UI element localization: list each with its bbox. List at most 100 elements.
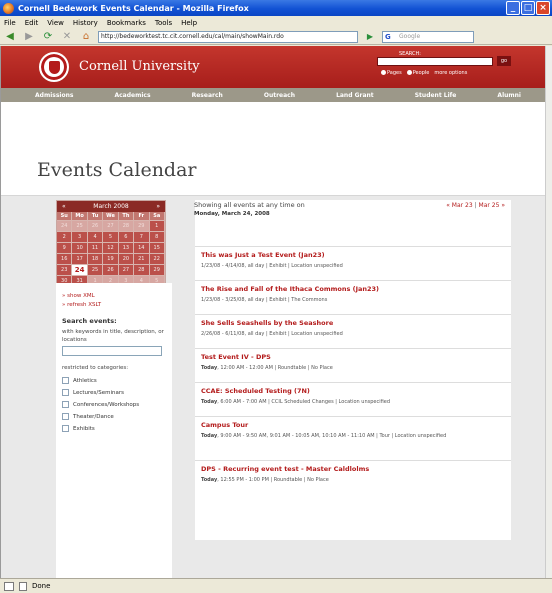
calendar-day[interactable]: 1 (149, 221, 165, 232)
calendar-day[interactable]: 21 (134, 254, 150, 265)
event-title[interactable]: Campus Tour (201, 421, 505, 429)
calendar-day[interactable]: 6 (118, 232, 135, 243)
event-title[interactable]: CCAE: Scheduled Testing (7N) (201, 387, 505, 395)
event-title[interactable]: This was Just a Test Event (Jan23) (201, 251, 505, 259)
nav-admissions[interactable]: Admissions (35, 92, 73, 99)
next-day-link[interactable]: Mar 25 » (479, 202, 505, 209)
search-engine-input[interactable]: G Google (382, 30, 474, 43)
minimize-button[interactable]: _ (506, 1, 520, 15)
reload-icon[interactable]: ⟳ (41, 31, 55, 43)
nav-academics[interactable]: Academics (114, 92, 150, 99)
search-placeholder: Google (399, 33, 421, 40)
calendar-day[interactable]: 25 (87, 265, 104, 276)
calendar-day[interactable]: 26 (103, 265, 119, 276)
cornell-seal-icon[interactable] (39, 52, 69, 82)
page-viewport: Cornell University SEARCH: go Pages Peop… (0, 46, 545, 578)
forward-icon[interactable]: ▶ (22, 31, 36, 43)
calendar-day[interactable]: 15 (149, 243, 165, 254)
calendar-day[interactable]: 14 (134, 243, 150, 254)
menu-tools[interactable]: Tools (155, 19, 172, 27)
maximize-button[interactable]: □ (521, 1, 535, 15)
show-xml-link[interactable]: » show XML (62, 293, 172, 299)
search-panel: » show XML » refresh XSLT Search events:… (56, 283, 172, 578)
category-theater[interactable]: Theater/Dance (62, 413, 172, 420)
calendar-day[interactable]: 7 (134, 232, 150, 243)
nav-alumni[interactable]: Alumni (497, 92, 521, 99)
calendar-day[interactable]: 10 (72, 243, 88, 254)
calendar-day[interactable]: 2 (57, 232, 73, 243)
url-input[interactable]: http://bedeworktest.tc.cit.cornell.edu/c… (98, 30, 358, 43)
event-title[interactable]: Test Event IV - DPS (201, 353, 505, 361)
prev-month-button[interactable]: « (62, 203, 66, 210)
calendar-day[interactable]: 17 (72, 254, 88, 265)
menu-view[interactable]: View (47, 19, 64, 27)
calendar-day[interactable]: 20 (118, 254, 135, 265)
stop-icon[interactable]: ✕ (60, 31, 74, 43)
nav-research[interactable]: Research (192, 92, 223, 99)
menu-file[interactable]: File (4, 19, 16, 27)
header-search-go-button[interactable]: go (497, 56, 511, 66)
keyword-input[interactable] (62, 346, 162, 356)
nav-student-life[interactable]: Student Life (415, 92, 457, 99)
back-icon[interactable]: ◀ (3, 31, 17, 43)
calendar-day[interactable]: 3 (72, 232, 88, 243)
checkbox[interactable] (62, 377, 69, 384)
go-icon[interactable]: ▶ (363, 31, 377, 43)
event-title[interactable]: She Sells Seashells by the Seashore (201, 319, 505, 327)
menu-bookmarks[interactable]: Bookmarks (107, 19, 146, 27)
calendar-day[interactable]: 11 (87, 243, 104, 254)
site-name[interactable]: Cornell University (79, 59, 200, 74)
radio-pages[interactable]: Pages (381, 70, 402, 76)
calendar-day-today[interactable]: 24 (72, 265, 88, 276)
category-conferences[interactable]: Conferences/Workshops (62, 401, 172, 408)
calendar-day[interactable]: 25 (72, 221, 88, 232)
checkbox[interactable] (62, 389, 69, 396)
event-details: Today, 12:55 PM - 1:00 PM | Roundtable |… (201, 477, 329, 483)
category-lectures[interactable]: Lectures/Seminars (62, 389, 172, 396)
calendar-day[interactable]: 9 (57, 243, 73, 254)
category-exhibits[interactable]: Exhibits (62, 425, 172, 432)
calendar-day[interactable]: 8 (149, 232, 165, 243)
checkbox[interactable] (62, 401, 69, 408)
calendar-day[interactable]: 23 (57, 265, 73, 276)
header-search-input[interactable] (377, 57, 493, 66)
calendar-day[interactable]: 26 (87, 221, 104, 232)
calendar-day[interactable]: 13 (118, 243, 135, 254)
refresh-xslt-link[interactable]: » refresh XSLT (62, 302, 172, 308)
menu-help[interactable]: Help (181, 19, 197, 27)
event-details: 2/26/08 - 6/11/08, all day | Exhibit | L… (201, 331, 343, 337)
next-month-button[interactable]: » (156, 203, 160, 210)
menu-edit[interactable]: Edit (25, 19, 39, 27)
menu-history[interactable]: History (73, 19, 98, 27)
calendar-day[interactable]: 28 (134, 265, 150, 276)
event-title[interactable]: The Rise and Fall of the Ithaca Commons … (201, 285, 505, 293)
search-heading: Search events: (62, 317, 117, 325)
calendar-day[interactable]: 27 (103, 221, 119, 232)
calendar-day[interactable]: 27 (118, 265, 135, 276)
nav-land-grant[interactable]: Land Grant (336, 92, 374, 99)
category-athletics[interactable]: Athletics (62, 377, 172, 384)
calendar-day[interactable]: 4 (87, 232, 104, 243)
calendar-day[interactable]: 29 (134, 221, 150, 232)
event-details: Today, 9:00 AM - 9:50 AM, 9:01 AM - 10:0… (201, 433, 447, 439)
calendar-day[interactable]: 22 (149, 254, 165, 265)
day-pager: « Mar 23 | Mar 25 » (446, 202, 505, 209)
calendar-day[interactable]: 12 (103, 243, 119, 254)
calendar-day[interactable]: 29 (149, 265, 165, 276)
vertical-scrollbar[interactable] (545, 46, 552, 578)
calendar-day[interactable]: 5 (103, 232, 119, 243)
calendar-day[interactable]: 28 (118, 221, 135, 232)
calendar-day[interactable]: 16 (57, 254, 73, 265)
calendar-day[interactable]: 24 (57, 221, 73, 232)
home-icon[interactable]: ⌂ (79, 31, 93, 43)
calendar-day[interactable]: 19 (103, 254, 119, 265)
checkbox[interactable] (62, 413, 69, 420)
calendar-day[interactable]: 18 (87, 254, 104, 265)
prev-day-link[interactable]: « Mar 23 (446, 202, 472, 209)
event-title[interactable]: DPS - Recurring event test - Master Cald… (201, 465, 505, 473)
radio-people[interactable]: People (406, 70, 429, 76)
nav-outreach[interactable]: Outreach (264, 92, 295, 99)
checkbox[interactable] (62, 425, 69, 432)
more-options-link[interactable]: more options (434, 70, 467, 76)
close-button[interactable]: × (536, 1, 550, 15)
